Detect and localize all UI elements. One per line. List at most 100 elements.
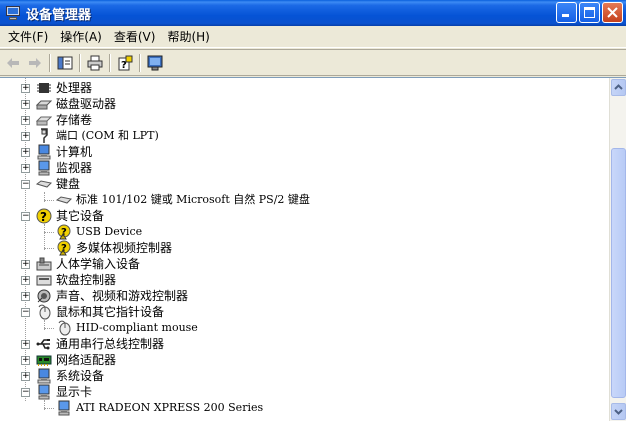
device-manager-icon xyxy=(5,5,21,21)
hid-icon xyxy=(36,256,52,272)
disk-drive-icon xyxy=(35,96,53,112)
tree-line xyxy=(44,200,54,201)
menu-help[interactable]: 帮助(H) xyxy=(161,27,215,47)
collapse-button[interactable]: − xyxy=(21,212,30,221)
menu-bar: 文件(F) 操作(A) 查看(V) 帮助(H) xyxy=(0,26,626,48)
tree-item-other-devices[interactable]: ? 其它设备 xyxy=(36,208,104,224)
scroll-down-button[interactable] xyxy=(611,403,626,420)
vertical-scrollbar[interactable] xyxy=(609,78,626,421)
tree-line xyxy=(44,232,54,233)
expand-button[interactable]: + xyxy=(21,340,30,349)
speaker-icon xyxy=(36,288,52,304)
tree-item-mice-pointing-devices[interactable]: 鼠标和其它指针设备 xyxy=(36,304,164,320)
tree-item-display-adapters[interactable]: 显示卡 xyxy=(36,384,92,400)
tree-item-ports[interactable]: 端口 (COM 和 LPT) xyxy=(36,128,159,144)
tree-item-floppy-controllers[interactable]: 软盘控制器 xyxy=(36,272,116,288)
warning-unknown-device-icon: ?! xyxy=(56,224,72,241)
help-button[interactable]: ? xyxy=(114,52,136,74)
back-button[interactable] xyxy=(2,52,24,74)
collapse-button[interactable]: − xyxy=(21,308,30,317)
menu-file[interactable]: 文件(F) xyxy=(2,27,54,47)
printer-icon xyxy=(87,55,103,70)
network-adapter-icon xyxy=(36,352,52,368)
tree-item-ati-radeon[interactable]: ATI RADEON XPRESS 200 Series xyxy=(56,400,263,416)
collapse-button[interactable]: − xyxy=(21,388,30,397)
forward-arrow-icon xyxy=(29,57,41,68)
expand-button[interactable]: + xyxy=(21,292,30,301)
unknown-device-icon: ? xyxy=(36,208,52,224)
display-adapter-icon xyxy=(56,400,72,416)
device-tree[interactable]: + 处理器 + 磁盘驱动器 + 存储卷 + 端口 (COM 和 LPT) + 计… xyxy=(0,78,609,421)
toolbar: ? xyxy=(0,49,626,76)
expand-button[interactable]: + xyxy=(21,356,30,365)
window-title: 设备管理器 xyxy=(26,7,92,23)
tree-item-standard-keyboard[interactable]: 标准 101/102 键或 Microsoft 自然 PS/2 键盘 xyxy=(55,192,310,208)
svg-text:?: ? xyxy=(40,210,47,224)
tree-item-disk-drives[interactable]: 磁盘驱动器 xyxy=(35,96,116,112)
keyboard-icon xyxy=(55,192,73,208)
title-bar[interactable]: 设备管理器 xyxy=(0,0,626,26)
scroll-thumb[interactable] xyxy=(611,148,626,398)
tree-item-storage-volumes[interactable]: 存储卷 xyxy=(35,112,92,128)
mouse-icon xyxy=(36,304,52,320)
expand-button[interactable]: + xyxy=(21,372,30,381)
warning-unknown-device-icon: ?! xyxy=(56,240,72,257)
show-hide-console-tree-button[interactable] xyxy=(54,52,76,74)
tree-line xyxy=(44,224,45,250)
display-adapter-icon xyxy=(36,384,52,400)
expand-button[interactable]: + xyxy=(21,148,30,157)
tree-line xyxy=(44,408,54,409)
expand-button[interactable]: + xyxy=(21,100,30,109)
tree-item-human-interface-devices[interactable]: 人体学输入设备 xyxy=(36,256,140,272)
expand-button[interactable]: + xyxy=(21,132,30,141)
back-arrow-icon xyxy=(7,57,19,68)
tree-item-processor[interactable]: 处理器 xyxy=(36,80,92,96)
close-icon xyxy=(607,7,618,18)
collapse-button[interactable]: − xyxy=(21,180,30,189)
chevron-up-icon xyxy=(614,84,623,90)
expand-button[interactable]: + xyxy=(21,276,30,285)
tree-item-system-devices[interactable]: 系统设备 xyxy=(36,368,104,384)
tree-item-hid-mouse[interactable]: HID-compliant mouse xyxy=(56,320,198,336)
tree-item-usb-controllers[interactable]: 通用串行总线控制器 xyxy=(36,336,164,352)
forward-button[interactable] xyxy=(24,52,46,74)
processor-icon xyxy=(36,80,52,96)
scan-hardware-button[interactable] xyxy=(144,52,166,74)
toolbar-separator xyxy=(49,53,51,72)
expand-button[interactable]: + xyxy=(21,164,30,173)
computer-icon xyxy=(36,144,52,160)
menu-action[interactable]: 操作(A) xyxy=(54,27,108,47)
toolbar-separator xyxy=(109,53,111,72)
tree-item-sound-video-game-controllers[interactable]: 声音、视频和游戏控制器 xyxy=(36,288,188,304)
tree-item-keyboards[interactable]: 键盘 xyxy=(35,176,80,192)
system-device-icon xyxy=(36,368,52,384)
expand-button[interactable]: + xyxy=(21,116,30,125)
help-icon: ? xyxy=(118,55,133,71)
tree-item-network-adapters[interactable]: 网络适配器 xyxy=(36,352,116,368)
minimize-button[interactable] xyxy=(556,2,577,23)
usb-icon xyxy=(36,336,52,352)
monitor-icon xyxy=(36,160,52,176)
tree-item-monitors[interactable]: 监视器 xyxy=(36,160,92,176)
maximize-button[interactable] xyxy=(579,2,600,23)
expand-button[interactable]: + xyxy=(21,84,30,93)
floppy-controller-icon xyxy=(36,272,52,288)
tree-line xyxy=(44,328,54,329)
device-tree-pane[interactable]: + 处理器 + 磁盘驱动器 + 存储卷 + 端口 (COM 和 LPT) + 计… xyxy=(0,77,626,421)
scroll-up-button[interactable] xyxy=(611,79,626,96)
expand-button[interactable]: + xyxy=(21,260,30,269)
chevron-down-icon xyxy=(614,409,623,415)
port-connector-icon xyxy=(36,128,52,144)
print-button[interactable] xyxy=(84,52,106,74)
toolbar-separator xyxy=(79,53,81,72)
mouse-icon xyxy=(56,320,72,336)
close-button[interactable] xyxy=(602,2,623,23)
tree-line xyxy=(44,248,54,249)
keyboard-icon xyxy=(35,176,53,192)
menu-view[interactable]: 查看(V) xyxy=(108,27,162,47)
tree-item-multimedia-video-controller[interactable]: ?! 多媒体视频控制器 xyxy=(56,240,172,257)
tree-item-usb-device[interactable]: ?! USB Device xyxy=(56,224,142,241)
properties-icon xyxy=(57,56,73,69)
tree-item-computer[interactable]: 计算机 xyxy=(36,144,92,160)
scan-hardware-icon xyxy=(147,55,163,70)
